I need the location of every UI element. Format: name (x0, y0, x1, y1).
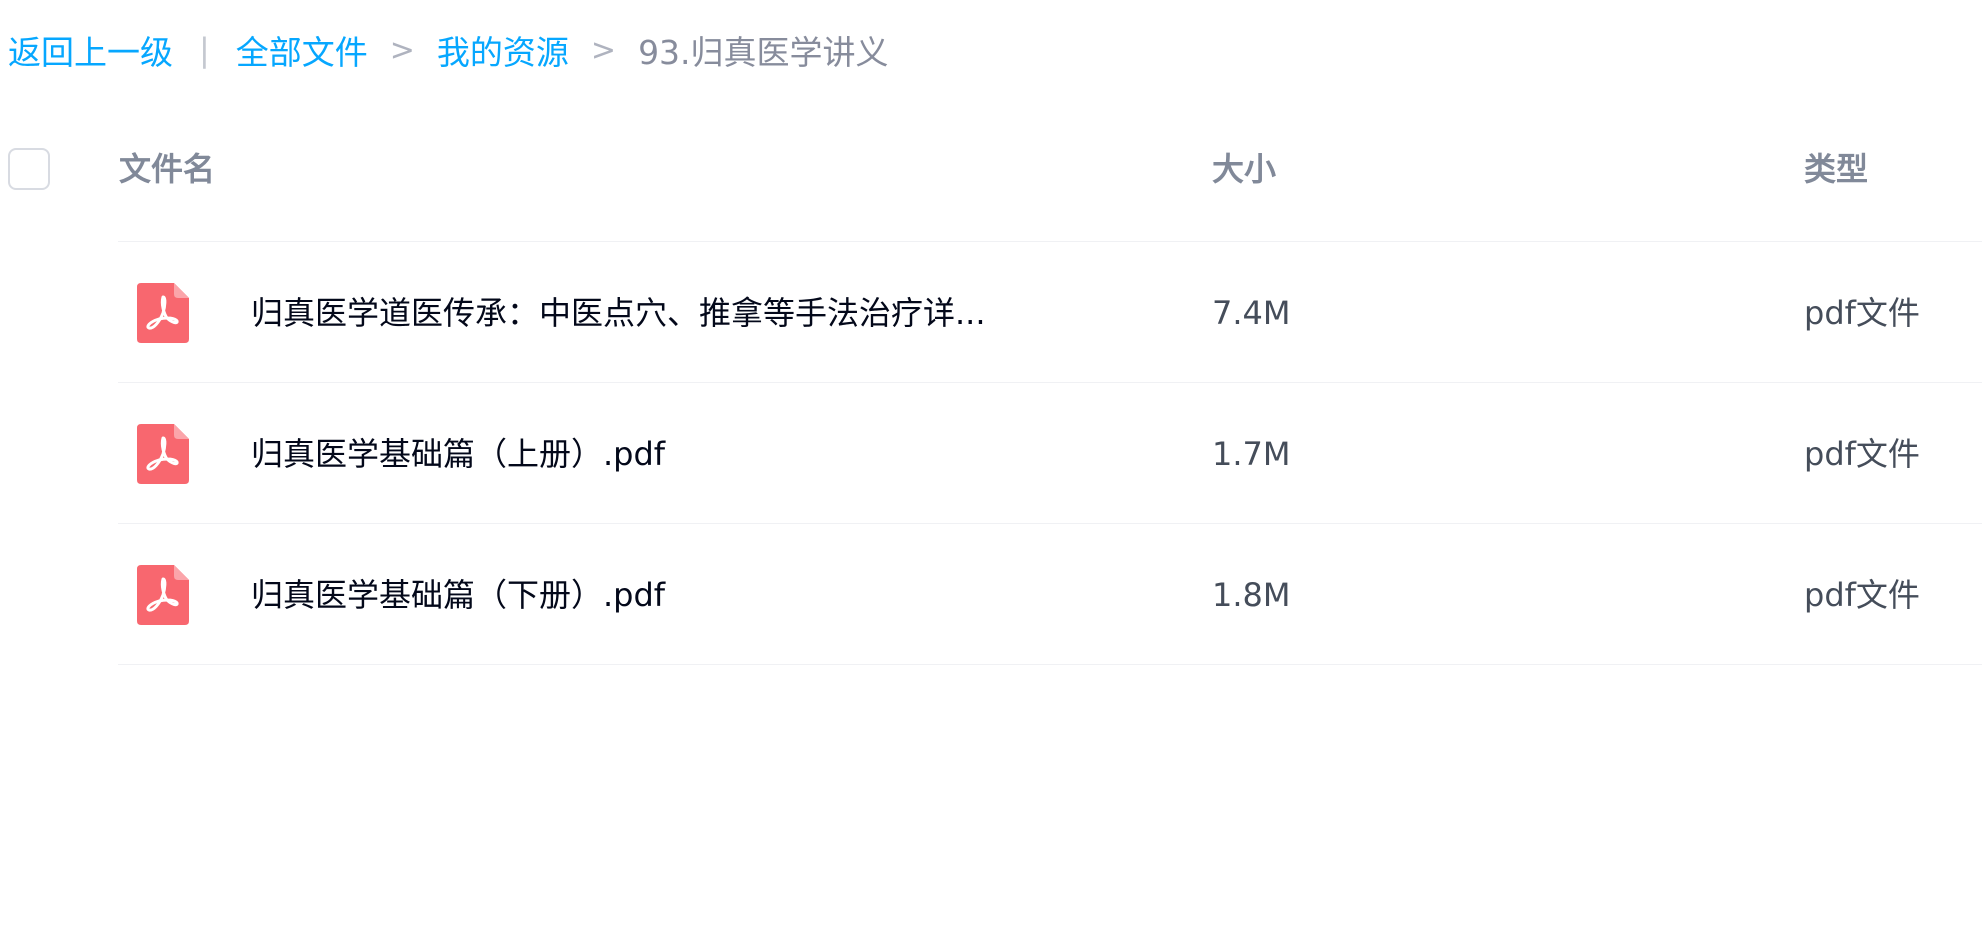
table-row[interactable]: 归真医学基础篇（下册）.pdf 1.8M pdf文件 (0, 524, 1982, 665)
file-type: pdf文件 (1804, 294, 1920, 332)
file-table: 文件名 大小 类型 归真医学道医传承：中医点穴、推拿等手法治疗详... 7.4M… (0, 140, 1982, 665)
column-header-type[interactable]: 类型 (1804, 148, 1868, 190)
breadcrumb-divider: | (199, 31, 210, 69)
table-row[interactable]: 归真医学基础篇（上册）.pdf 1.7M pdf文件 (0, 383, 1982, 524)
file-name[interactable]: 归真医学基础篇（下册）.pdf (251, 572, 665, 618)
breadcrumb-current-folder: 93.归真医学讲义 (638, 33, 889, 72)
chevron-right-icon: > (389, 32, 415, 68)
file-type: pdf文件 (1804, 435, 1920, 473)
file-name[interactable]: 归真医学基础篇（上册）.pdf (251, 431, 665, 477)
file-size: 7.4M (1212, 294, 1291, 332)
table-row[interactable]: 归真医学道医传承：中医点穴、推拿等手法治疗详... 7.4M pdf文件 (0, 242, 1982, 383)
breadcrumb-all-files[interactable]: 全部文件 (236, 26, 368, 74)
column-header-size[interactable]: 大小 (1212, 148, 1276, 190)
file-size: 1.8M (1212, 576, 1291, 614)
back-link[interactable]: 返回上一级 (8, 26, 173, 74)
breadcrumb-my-resources[interactable]: 我的资源 (437, 26, 569, 74)
column-header-name[interactable]: 文件名 (119, 148, 215, 190)
divider (118, 664, 1982, 665)
select-all-checkbox[interactable] (8, 148, 50, 190)
chevron-right-icon: > (590, 32, 617, 68)
file-type: pdf文件 (1804, 576, 1920, 614)
breadcrumb: 返回上一级 | 全部文件 > 我的资源 > 93.归真医学讲义 (8, 28, 889, 72)
pdf-file-icon (137, 565, 189, 625)
file-browser-page: 返回上一级 | 全部文件 > 我的资源 > 93.归真医学讲义 文件名 大小 类… (0, 0, 1982, 948)
pdf-file-icon (137, 424, 189, 484)
table-header: 文件名 大小 类型 (0, 140, 1982, 242)
pdf-file-icon (137, 283, 189, 343)
file-size: 1.7M (1212, 435, 1291, 473)
file-name[interactable]: 归真医学道医传承：中医点穴、推拿等手法治疗详... (251, 290, 986, 336)
